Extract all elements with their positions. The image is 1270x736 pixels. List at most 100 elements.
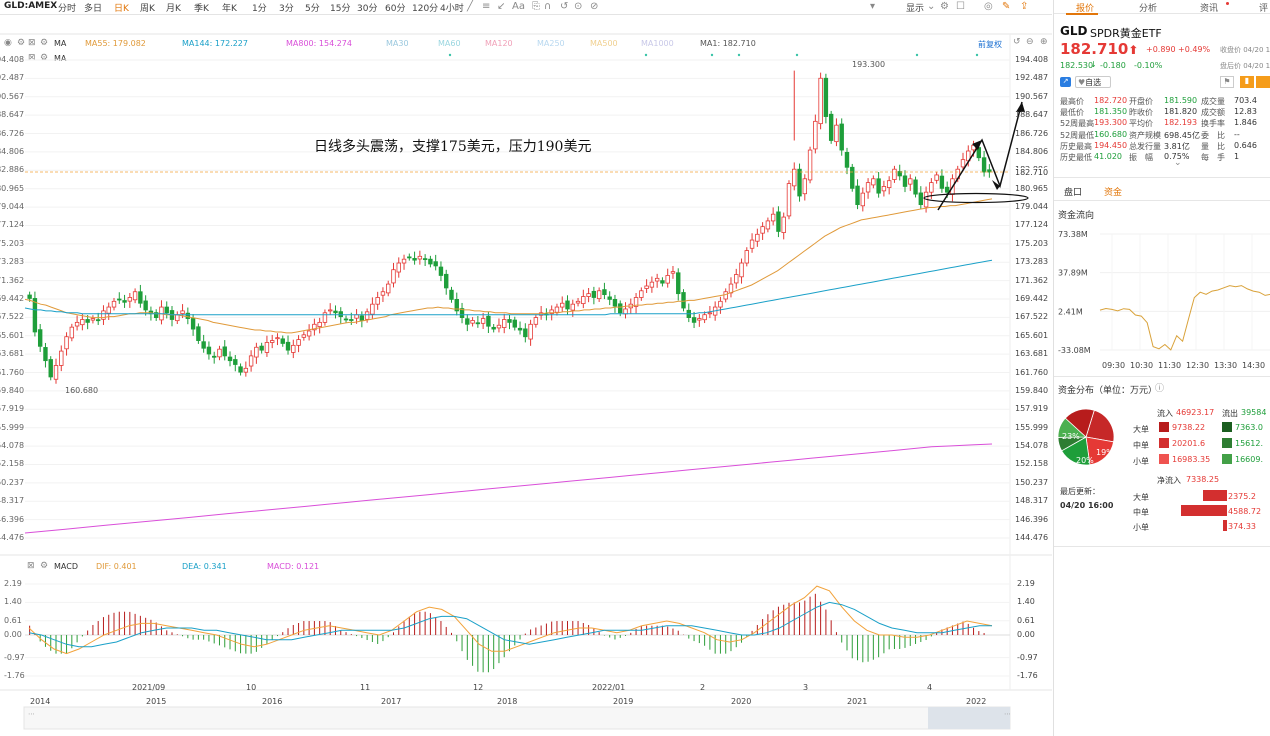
trade-button-2[interactable] — [1256, 76, 1270, 88]
candle — [354, 314, 359, 319]
candle — [776, 211, 781, 232]
ma144-line — [24, 259, 993, 316]
candle — [185, 312, 191, 319]
tab-orderbook[interactable]: 盘口 — [1064, 185, 1082, 198]
candle — [222, 346, 227, 357]
macd-tick-left: 1.40 — [4, 597, 22, 607]
stat-label: 成交额 — [1201, 108, 1225, 118]
stat-label: 最低价 — [1060, 108, 1084, 118]
overview-window — [928, 707, 1010, 729]
price-tick-left: 165.601 — [0, 330, 25, 340]
macd-label: MACD — [54, 562, 78, 571]
candle — [960, 159, 966, 168]
price-tick-left: 169.442 — [0, 294, 25, 303]
candle — [676, 272, 681, 295]
candle — [691, 317, 697, 323]
event-marker — [448, 53, 452, 57]
date-tick: 3 — [803, 683, 809, 692]
date-tick: 4 — [927, 683, 933, 692]
candle — [586, 293, 591, 297]
after-hours-time: 盘后价 04/20 19:5 — [1220, 62, 1270, 70]
last-price: 182.710⬆ — [1060, 40, 1139, 58]
candle — [201, 341, 206, 349]
price-tick-left: 157.919 — [0, 404, 25, 414]
date-tick: 2022/01 — [592, 683, 626, 692]
candle — [375, 297, 380, 305]
stat-value: 160.680 — [1094, 129, 1128, 139]
candle — [53, 365, 59, 380]
flow-y-tick: 2.41M — [1058, 307, 1083, 316]
price-tick-right: 177.124 — [1015, 220, 1049, 230]
candle — [180, 310, 185, 314]
price-change: +0.890 — [1146, 45, 1176, 54]
candle — [802, 178, 808, 195]
help-icon[interactable]: ⓘ — [1155, 381, 1164, 394]
overview-year: 2021 — [847, 697, 868, 706]
share-icon[interactable]: ↗ — [1060, 77, 1071, 87]
price-tick-left: 171.362 — [0, 275, 25, 285]
candle — [850, 166, 855, 189]
candle — [190, 318, 196, 330]
price-tick-right: 192.487 — [1015, 73, 1049, 83]
candle — [834, 124, 839, 143]
price-tick-left: 167.522 — [0, 312, 25, 322]
close-time: 收盘价 04/20 16: — [1220, 46, 1270, 54]
stock-code: GLD — [1060, 24, 1088, 38]
close-icon[interactable]: ⊠ — [27, 561, 35, 571]
expand-icon[interactable]: ⌄ — [1174, 158, 1182, 168]
settings-icon[interactable]: ⚙ — [40, 561, 48, 571]
net-row-label: 小单 — [1133, 523, 1149, 532]
candle — [85, 319, 90, 323]
price-tick-right: 186.726 — [1015, 128, 1049, 138]
stat-value: 0.646 — [1234, 140, 1257, 150]
candle — [196, 326, 201, 341]
stat-value: 3.81亿 — [1164, 141, 1190, 151]
price-tick-right: 175.203 — [1015, 238, 1049, 248]
pie-label: 19% — [1096, 448, 1114, 457]
price-tick-left: 194.408 — [0, 55, 25, 64]
macd-tick-right: -1.76 — [1017, 671, 1038, 680]
candle — [533, 317, 539, 325]
macd-tick-left: -0.97 — [4, 652, 25, 662]
stat-label: 量 比 — [1201, 141, 1225, 151]
stat-value: 1.846 — [1234, 118, 1257, 128]
candle — [881, 186, 887, 192]
price-tick-right: 157.919 — [1015, 404, 1049, 414]
flow-x-tick: 09:30 — [1102, 361, 1125, 370]
tab-comments[interactable]: 评 — [1259, 1, 1268, 14]
flow-y-tick: 37.89M — [1058, 269, 1088, 278]
stat-label: 52周最低 — [1060, 130, 1095, 140]
stat-label: 最高价 — [1060, 97, 1084, 106]
candle — [391, 269, 396, 284]
stat-label: 每 手 — [1201, 153, 1225, 162]
flow-title: 资金流向 — [1058, 211, 1095, 221]
trade-button[interactable]: ▮ — [1240, 76, 1254, 88]
alert-icon[interactable]: ⚑ — [1220, 76, 1234, 88]
candle — [111, 300, 117, 308]
candle — [428, 258, 433, 265]
stat-value: 181.350 — [1094, 107, 1128, 117]
flow-x-tick: 13:30 — [1214, 361, 1237, 370]
tab-capital[interactable]: 资金 — [1104, 185, 1122, 198]
candle — [95, 319, 101, 322]
candle — [660, 280, 665, 284]
dif-line — [28, 585, 993, 655]
candle — [507, 319, 512, 323]
price-tick-right: 154.078 — [1015, 441, 1049, 451]
candle — [612, 299, 618, 307]
add-watchlist-button[interactable]: ♥自选 — [1075, 76, 1111, 88]
stat-label: 昨收价 — [1129, 108, 1153, 118]
candle — [823, 77, 829, 117]
price-chart[interactable]: ⋯ ⋯ — [0, 0, 1052, 736]
stat-label: 委 比 — [1201, 130, 1225, 140]
quote-panel: 报价 分析 资讯 评 GLD SPDR黄金ETF 182.710⬆ +0.890… — [1053, 0, 1270, 736]
candle — [565, 300, 570, 310]
candle — [475, 322, 481, 325]
event-marker — [975, 53, 979, 57]
candle — [707, 312, 713, 315]
tab-news[interactable]: 资讯 — [1200, 1, 1218, 14]
overview-year: 2017 — [381, 697, 402, 706]
tab-analysis[interactable]: 分析 — [1139, 1, 1157, 14]
stat-value: 193.300 — [1094, 118, 1128, 128]
stat-value: 41.020 — [1094, 152, 1122, 161]
